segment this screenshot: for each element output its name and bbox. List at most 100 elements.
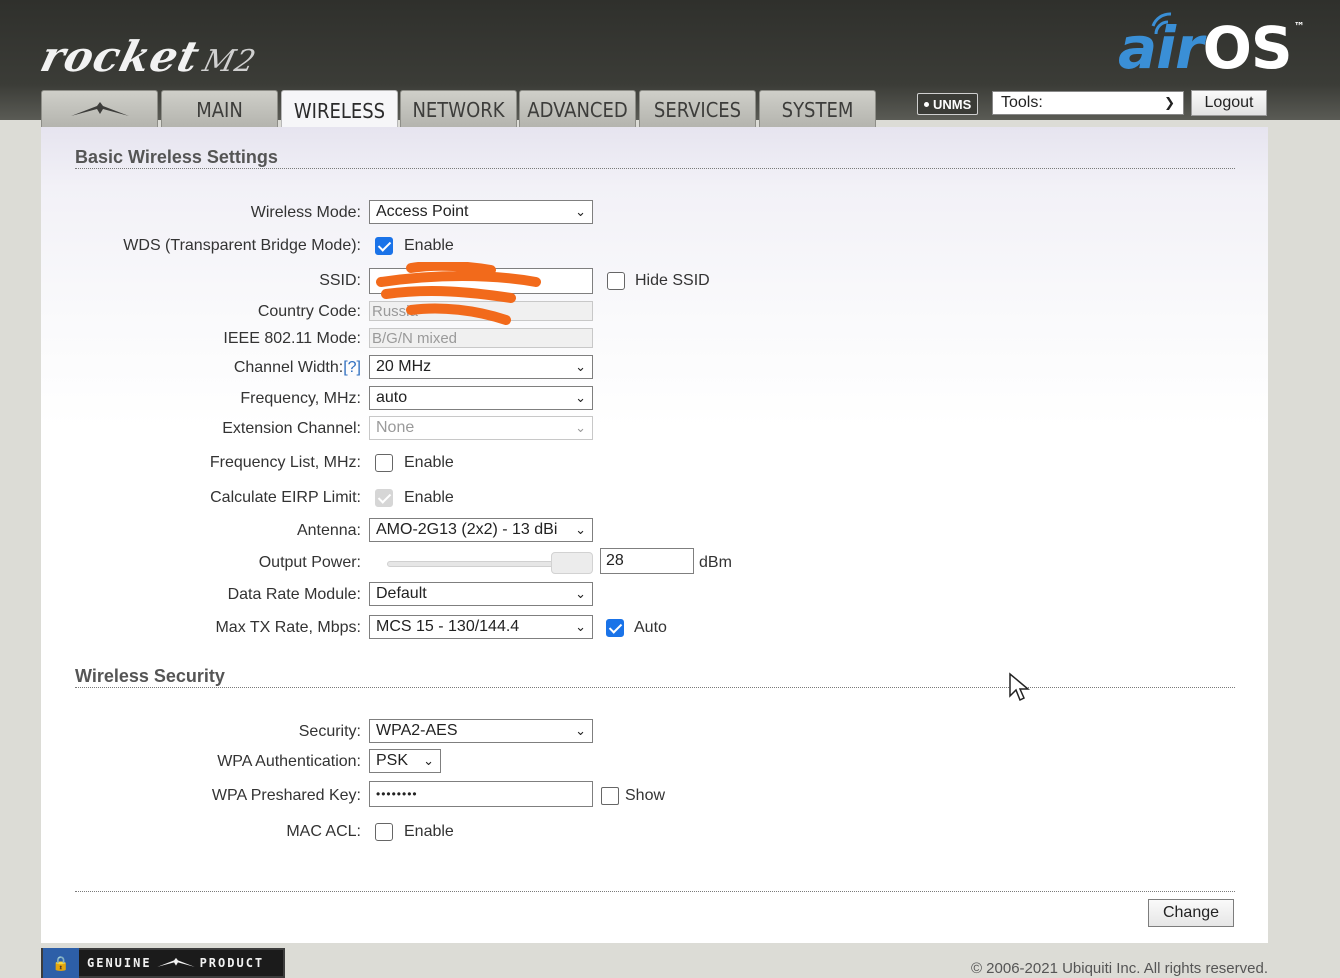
- data-rate-module-value: Default: [376, 585, 427, 602]
- actions-divider: [75, 891, 1235, 892]
- tab-network-label: NETWORK: [412, 97, 505, 122]
- tab-wireless[interactable]: WIRELESS: [281, 90, 398, 130]
- chevron-down-icon: ⌄: [575, 390, 586, 405]
- tab-main-label: MAIN: [196, 97, 243, 122]
- tools-select[interactable]: Tools: ❯: [992, 91, 1184, 115]
- product-name: rocket: [35, 32, 206, 81]
- row-data-rate-module: Data Rate Module: Default ⌄: [41, 581, 1268, 609]
- frequency-list-checkbox-label: Enable: [404, 454, 454, 471]
- row-channel-width: Channel Width:[?] 20 MHz ⌄: [41, 354, 1268, 382]
- tab-system-label: SYSTEM: [781, 97, 854, 122]
- tab-system[interactable]: SYSTEM: [759, 90, 876, 128]
- mac-acl-checkbox-label: Enable: [404, 823, 454, 840]
- max-tx-rate-label: Max TX Rate, Mbps:: [215, 619, 361, 636]
- show-key-checkbox[interactable]: [601, 787, 619, 805]
- wireless-mode-label: Wireless Mode:: [250, 204, 361, 221]
- wds-checkbox-label: Enable: [404, 237, 454, 254]
- output-power-input[interactable]: 28: [600, 548, 694, 574]
- output-power-slider-handle[interactable]: [551, 552, 593, 574]
- section-title-basic: Basic Wireless Settings: [75, 147, 278, 167]
- tab-network[interactable]: NETWORK: [400, 90, 517, 128]
- tab-home[interactable]: [41, 90, 158, 128]
- row-security: Security: WPA2-AES ⌄: [41, 718, 1268, 746]
- data-rate-module-label: Data Rate Module:: [227, 586, 361, 603]
- channel-width-value: 20 MHz: [376, 358, 432, 375]
- max-tx-rate-select[interactable]: MCS 15 - 130/144.4 ⌄: [369, 615, 593, 639]
- brand-tm: ™: [1293, 20, 1305, 33]
- wds-label: WDS (Transparent Bridge Mode):: [123, 237, 361, 254]
- output-power-value: 28: [606, 552, 624, 569]
- eirp-limit-label: Calculate EIRP Limit:: [210, 489, 361, 506]
- output-power-unit: dBm: [699, 554, 732, 571]
- tab-wireless-label: WIRELESS: [293, 98, 386, 123]
- wpa-auth-value: PSK: [376, 752, 409, 769]
- channel-width-select[interactable]: 20 MHz ⌄: [369, 355, 593, 379]
- row-antenna: Antenna: AMO-2G13 (2x2) - 13 dBi ⌄: [41, 517, 1268, 545]
- wpa-key-input[interactable]: ••••••••: [369, 781, 593, 807]
- frequency-value: auto: [376, 389, 408, 406]
- wds-checkbox[interactable]: [375, 237, 393, 255]
- mac-acl-checkbox[interactable]: [375, 823, 393, 841]
- chevron-down-icon: ⌄: [575, 204, 586, 219]
- product-logo: rocketM2: [36, 32, 263, 81]
- tab-advanced-label: ADVANCED: [527, 97, 628, 122]
- tab-advanced[interactable]: ADVANCED: [519, 90, 636, 128]
- content-panel: Basic Wireless Settings Wireless Mode: A…: [41, 127, 1268, 943]
- frequency-list-checkbox[interactable]: [375, 454, 393, 472]
- output-power-label: Output Power:: [258, 554, 361, 571]
- security-label: Security:: [298, 723, 361, 740]
- wpa-key-value: ••••••••: [376, 787, 418, 801]
- max-tx-auto-checkbox[interactable]: [606, 619, 624, 637]
- chevron-down-icon: ⌄: [575, 420, 586, 435]
- chevron-down-icon: ❯: [1164, 95, 1175, 110]
- brand-air: air: [1118, 14, 1204, 82]
- section-divider: [75, 687, 1235, 688]
- extension-channel-select: None ⌄: [369, 416, 593, 440]
- tab-main[interactable]: MAIN: [161, 90, 278, 128]
- wireless-mode-select[interactable]: Access Point ⌄: [369, 200, 593, 224]
- section-divider: [75, 168, 1235, 169]
- lock-shield-icon: 🔒: [43, 948, 79, 978]
- change-button[interactable]: Change: [1148, 899, 1234, 927]
- wpa-auth-select[interactable]: PSK ⌄: [369, 749, 441, 773]
- logout-label: Logout: [1204, 94, 1254, 111]
- channel-width-label-text: Channel Width:: [233, 359, 344, 376]
- ieee-mode-value: B/G/N mixed: [372, 329, 458, 347]
- unms-label: UNMS: [933, 96, 972, 112]
- tools-select-value: Tools:: [1001, 94, 1043, 111]
- channel-width-help-link[interactable]: [?]: [343, 359, 361, 376]
- chevron-down-icon: ⌄: [575, 619, 586, 634]
- chevron-down-icon: ⌄: [575, 522, 586, 537]
- badge-text-right: PRODUCT: [199, 956, 265, 970]
- chevron-down-icon: ⌄: [575, 586, 586, 601]
- antenna-value: AMO-2G13 (2x2) - 13 dBi: [376, 521, 558, 538]
- row-max-tx-rate: Max TX Rate, Mbps: MCS 15 - 130/144.4 ⌄ …: [41, 614, 1268, 642]
- extension-channel-label: Extension Channel:: [222, 420, 361, 437]
- data-rate-module-select[interactable]: Default ⌄: [369, 582, 593, 606]
- airos-logo: airOS ™: [1118, 14, 1305, 82]
- frequency-label: Frequency, MHz:: [240, 390, 361, 407]
- wpa-key-label: WPA Preshared Key:: [211, 787, 361, 804]
- logout-button[interactable]: Logout: [1191, 90, 1267, 116]
- row-extension-channel: Extension Channel: None ⌄: [41, 415, 1268, 443]
- mouse-cursor-icon: [1009, 672, 1030, 702]
- antenna-select[interactable]: AMO-2G13 (2x2) - 13 dBi ⌄: [369, 518, 593, 542]
- channel-width-label: Channel Width:[?]: [234, 354, 361, 382]
- extension-channel-value: None: [376, 419, 415, 436]
- ubiquiti-logo-icon: [70, 101, 129, 116]
- row-ieee-mode: IEEE 802.11 Mode: B/G/N mixed: [41, 325, 1268, 353]
- frequency-list-label: Frequency List, MHz:: [209, 454, 361, 471]
- unms-button[interactable]: UNMS: [917, 93, 979, 115]
- row-wireless-mode: Wireless Mode: Access Point ⌄: [41, 199, 1268, 227]
- frequency-select[interactable]: auto ⌄: [369, 386, 593, 410]
- hide-ssid-checkbox[interactable]: [607, 272, 625, 290]
- tab-services[interactable]: SERVICES: [639, 90, 756, 128]
- unms-dot-icon: [924, 101, 929, 107]
- max-tx-rate-value: MCS 15 - 130/144.4: [376, 618, 520, 635]
- row-eirp-limit: Calculate EIRP Limit: Enable: [41, 484, 1268, 512]
- row-frequency-list: Frequency List, MHz: Enable: [41, 449, 1268, 477]
- section-title-security: Wireless Security: [75, 666, 225, 686]
- hide-ssid-label: Hide SSID: [635, 272, 710, 289]
- security-select[interactable]: WPA2-AES ⌄: [369, 719, 593, 743]
- redaction-scribble: [376, 262, 541, 325]
